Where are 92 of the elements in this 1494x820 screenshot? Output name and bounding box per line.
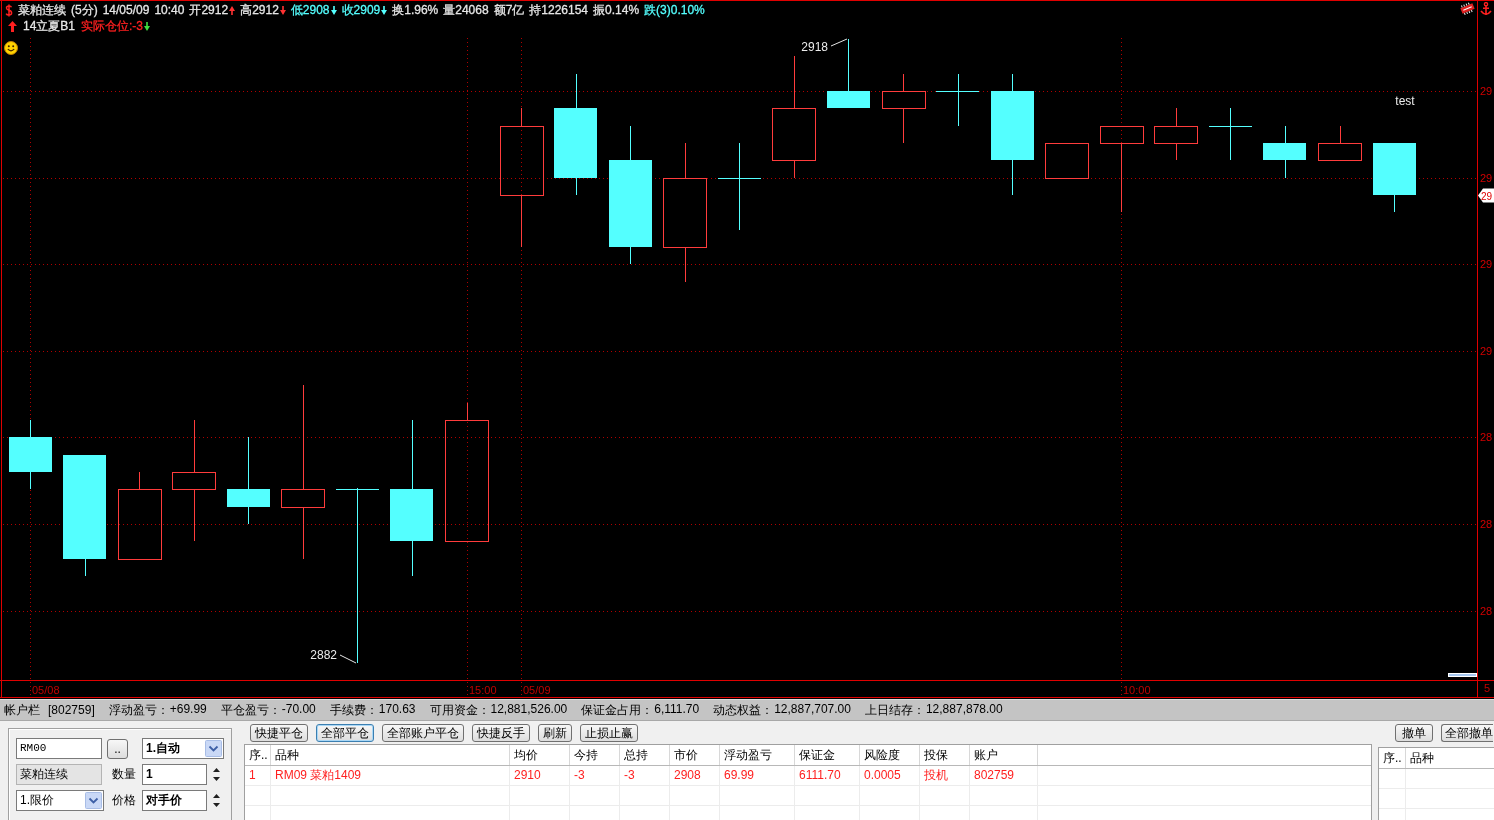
toolbar-button[interactable]: 全部平仓	[316, 724, 374, 742]
quote-field: 持1226154	[529, 2, 589, 18]
account-bar-title: 帐户栏	[4, 701, 40, 719]
table-cell: -3	[570, 766, 620, 786]
axis-label: 10:00	[1123, 684, 1151, 696]
field-value: 12,887,707.00	[774, 701, 851, 718]
current-price-marker: 29	[1478, 188, 1494, 203]
quote-field: 换1.96%	[392, 2, 439, 18]
axis-label: 5	[1484, 682, 1491, 694]
quote-field: 收2909	[341, 2, 381, 18]
table-cell: 6111.70	[795, 766, 860, 786]
column-header[interactable]: 风险度	[860, 745, 920, 765]
field-label: 动态权益：	[713, 701, 774, 719]
toolbar-button[interactable]: 快捷平仓	[250, 724, 308, 742]
field-label: 价格	[112, 792, 137, 809]
chevron-down-icon[interactable]	[85, 792, 102, 809]
toolbar-button[interactable]: 刷新	[538, 724, 572, 742]
quote-field: 额7亿	[493, 2, 525, 18]
column-header[interactable]: 浮动盈亏	[720, 745, 795, 765]
quote-field: 开2912	[189, 2, 229, 18]
column-header[interactable]: 今持	[570, 745, 620, 765]
field-label: 保证金占用：	[581, 701, 654, 719]
dropdown[interactable]: 1.限价	[16, 790, 104, 811]
quote-field: 跌(3)0.10%	[644, 2, 705, 18]
column-header[interactable]: 序..	[1379, 748, 1406, 768]
table-cell: 0.0005	[860, 766, 920, 786]
field-label: 浮动盈亏：	[108, 701, 169, 719]
axis-label: 28	[1480, 605, 1493, 617]
axis-label: 29	[1480, 85, 1493, 97]
spin-down-icon[interactable]	[213, 777, 220, 781]
field-value: 12,887,878.00	[925, 701, 1003, 718]
axis-label: 05/09	[523, 684, 551, 696]
quote-field: 振0.14%	[593, 2, 640, 18]
column-header[interactable]: 均价	[510, 745, 570, 765]
instrument-name-field: 菜粕连续	[16, 764, 102, 785]
quote-field: 14/05/09	[102, 2, 150, 18]
field-value: 6,111.70	[654, 701, 700, 718]
quote-field: (5分)	[71, 2, 98, 18]
spin-down-icon[interactable]	[213, 803, 220, 807]
position-field: 实际仓位:-3	[81, 18, 144, 34]
symbol-field[interactable]: RM00	[16, 738, 102, 759]
account-number: [802759]	[48, 703, 95, 717]
table-cell: 69.99	[720, 766, 795, 786]
column-header[interactable]: 总持	[620, 745, 670, 765]
field-label: 数量	[112, 766, 137, 783]
field-value: +69.99	[169, 701, 207, 718]
quote-field: 低2908	[290, 2, 330, 18]
quote-field: 高2912	[240, 2, 279, 18]
field-label: 上日结存：	[864, 701, 925, 719]
spin-up-icon[interactable]	[213, 768, 220, 772]
toolbar-button[interactable]: 全部账户平仓	[382, 724, 464, 742]
toolbar-button[interactable]: 快捷反手	[472, 724, 530, 742]
table-cell: -3	[620, 766, 670, 786]
spin-up-icon[interactable]	[213, 794, 220, 798]
field-label: 平仓盈亏：	[220, 701, 281, 719]
table-cell: 2908	[670, 766, 720, 786]
table-cell: 2910	[510, 766, 570, 786]
quote-field: 菜粕连续	[18, 2, 66, 18]
table-cell: RM09 菜粕1409	[271, 766, 510, 786]
table-cell: 投机	[920, 766, 970, 786]
price-field[interactable]: 对手价	[142, 790, 207, 811]
column-header[interactable]: 账户	[970, 745, 1038, 765]
toolbar-button[interactable]: 止损止赢	[580, 724, 638, 742]
axis-label: 28	[1480, 431, 1493, 443]
dropdown[interactable]: 1.自动	[142, 738, 224, 759]
field-label: 手续费：	[329, 701, 378, 719]
table-cell: 1	[245, 766, 271, 786]
quote-field: 10:40	[154, 2, 185, 18]
field-value: 170.63	[378, 701, 416, 718]
column-header[interactable]: 品种	[1406, 748, 1494, 768]
column-header[interactable]: 保证金	[795, 745, 860, 765]
axis-label: 05/08	[32, 684, 60, 696]
position-field: 14立夏B1	[23, 18, 76, 34]
quote-field: 量24068	[443, 2, 489, 18]
column-header[interactable]: 投保	[920, 745, 970, 765]
column-header[interactable]: 序..	[245, 745, 271, 765]
browse-button[interactable]: ..	[107, 738, 128, 759]
field-value: 12,881,526.00	[490, 701, 568, 718]
toolbar-button[interactable]: 全部撤单	[1441, 724, 1493, 742]
toolbar-button[interactable]: 撤单	[1395, 724, 1433, 742]
axis-label: 29	[1480, 172, 1493, 184]
table-cell: 802759	[970, 766, 1038, 786]
axis-label: 28	[1480, 518, 1493, 530]
axis-label: 15:00	[469, 684, 497, 696]
field-label: 可用资金：	[429, 701, 490, 719]
column-header[interactable]: 品种	[271, 745, 510, 765]
field-value: -70.00	[281, 701, 316, 718]
chevron-down-icon[interactable]	[205, 740, 222, 757]
axis-label: 29	[1480, 345, 1493, 357]
quantity-field[interactable]: 1	[142, 764, 207, 785]
column-header[interactable]: 市价	[670, 745, 720, 765]
axis-label: 29	[1480, 258, 1493, 270]
